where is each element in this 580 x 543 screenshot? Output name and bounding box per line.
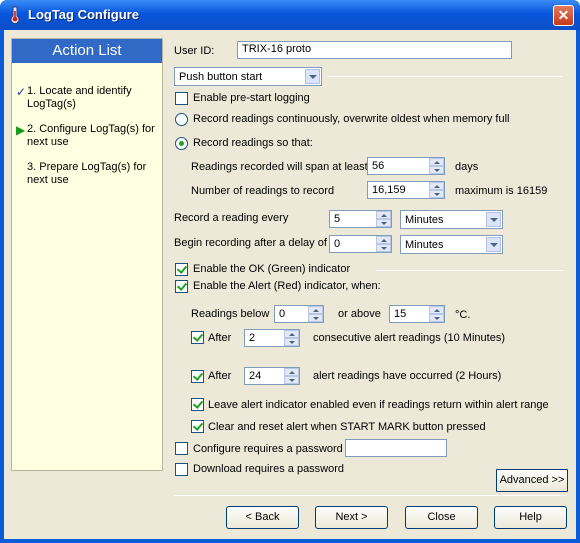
start-mode-select[interactable]: Push button start [174,67,322,86]
clear-alert-checkbox[interactable] [191,420,204,433]
temperature-unit-label: °C. [455,309,471,321]
back-button[interactable]: < Back [226,506,299,529]
total-count-stepper[interactable]: 24 [244,367,300,385]
reading-count-label: Number of readings to record [191,185,335,197]
ok-indicator-label: Enable the OK (Green) indicator [193,263,351,275]
after-total-checkbox[interactable] [191,370,204,383]
chevron-down-icon[interactable] [305,69,320,84]
interval-unit-value: Minutes [405,214,444,226]
download-password-checkbox[interactable] [175,463,188,476]
interval-value: 5 [334,213,341,225]
total-count-value: 24 [249,370,262,382]
logtag-app-icon [10,6,20,24]
user-id-input[interactable]: TRIX-16 proto [237,41,512,59]
reading-count-value: 16,159 [372,184,406,196]
spin-down-icon[interactable] [429,314,444,322]
consecutive-count-value: 2 [249,332,256,344]
step-label: 3. Prepare LogTag(s) for next use [27,161,147,186]
download-password-label: Download requires a password [193,463,345,475]
chevron-down-icon[interactable] [486,212,501,227]
help-button[interactable]: Help [494,506,567,529]
total-desc-label: alert readings have occurred (2 Hours) [313,370,502,382]
prestart-checkbox[interactable] [175,92,188,105]
config-password-checkbox[interactable] [175,442,188,455]
spin-down-icon[interactable] [284,338,299,346]
record-so-that-label: Record readings so that: [193,137,313,149]
step-label: 2. Configure LogTag(s) for next use [27,123,155,148]
start-mode-value: Push button start [179,71,263,83]
close-icon: ✕ [557,7,570,23]
next-button[interactable]: Next > [315,506,388,529]
spin-up-icon[interactable] [376,236,391,244]
leave-alert-label: Leave alert indicator enabled even if re… [208,399,549,411]
window-title: LogTag Configure [28,7,139,22]
alert-indicator-label: Enable the Alert (Red) indicator, when: [193,280,381,292]
divider [174,495,566,496]
lower-limit-stepper[interactable]: 0 [274,305,324,323]
close-button[interactable]: Close [405,506,478,529]
ok-indicator-checkbox[interactable] [175,263,188,276]
record-continuous-label: Record readings continuously, overwrite … [193,113,510,125]
lower-limit-value: 0 [279,308,286,320]
spin-up-icon[interactable] [284,368,299,376]
delay-stepper[interactable]: 0 [329,235,392,253]
spin-down-icon[interactable] [376,244,391,252]
window: LogTag Configure ✕ Action List ✓ 1. Loca… [0,0,580,543]
span-days-stepper[interactable]: 56 [367,157,445,175]
after-label: After [208,370,232,382]
spin-up-icon[interactable] [376,211,391,219]
action-list-heading: Action List [12,39,162,63]
spin-down-icon[interactable] [429,190,444,198]
interval-label: Record a reading every [174,212,289,224]
clear-alert-label: Clear and reset alert when START MARK bu… [208,421,486,433]
advanced-button[interactable]: Advanced >> [496,469,568,492]
after-label: After [208,332,232,344]
spin-up-icon[interactable] [308,306,323,314]
after-consecutive-checkbox[interactable] [191,331,204,344]
record-so-that-radio[interactable] [175,137,188,150]
step-label: 1. Locate and identify LogTag(s) [27,85,132,110]
config-password-input[interactable] [345,439,447,457]
dialog-body: Action List ✓ 1. Locate and identify Log… [4,30,576,539]
reading-count-stepper[interactable]: 16,159 [367,181,445,199]
close-window-button[interactable]: ✕ [553,5,574,26]
spin-down-icon[interactable] [284,376,299,384]
divider [327,76,563,77]
record-continuous-radio[interactable] [175,113,188,126]
action-list-panel: Action List ✓ 1. Locate and identify Log… [11,38,163,471]
readings-below-label: Readings below [191,308,270,320]
divider [376,270,563,271]
spin-up-icon[interactable] [429,306,444,314]
spin-down-icon[interactable] [429,166,444,174]
span-label: Readings recorded will span at least [191,161,368,173]
spin-down-icon[interactable] [308,314,323,322]
delay-unit-select[interactable]: Minutes [400,235,503,254]
upper-limit-value: 15 [394,308,407,320]
consecutive-count-stepper[interactable]: 2 [244,329,300,347]
leave-alert-checkbox[interactable] [191,398,204,411]
span-unit-label: days [455,161,479,173]
config-password-label: Configure requires a password [193,443,343,455]
user-id-label: User ID: [174,45,215,57]
spin-up-icon[interactable] [429,158,444,166]
interval-unit-select[interactable]: Minutes [400,210,503,229]
delay-value: 0 [334,238,341,250]
prestart-label: Enable pre-start logging [193,92,310,104]
title-bar: LogTag Configure ✕ [0,0,580,30]
delay-unit-value: Minutes [405,239,444,251]
reading-count-max-label: maximum is 16159 [455,185,548,197]
chevron-down-icon[interactable] [486,237,501,252]
interval-stepper[interactable]: 5 [329,210,392,228]
span-days-value: 56 [372,160,385,172]
or-above-label: or above [338,308,381,320]
spin-down-icon[interactable] [376,219,391,227]
delay-label: Begin recording after a delay of [174,237,327,249]
upper-limit-stepper[interactable]: 15 [389,305,445,323]
alert-indicator-checkbox[interactable] [175,280,188,293]
consecutive-desc-label: consecutive alert readings (10 Minutes) [313,332,505,344]
spin-up-icon[interactable] [429,182,444,190]
spin-up-icon[interactable] [284,330,299,338]
